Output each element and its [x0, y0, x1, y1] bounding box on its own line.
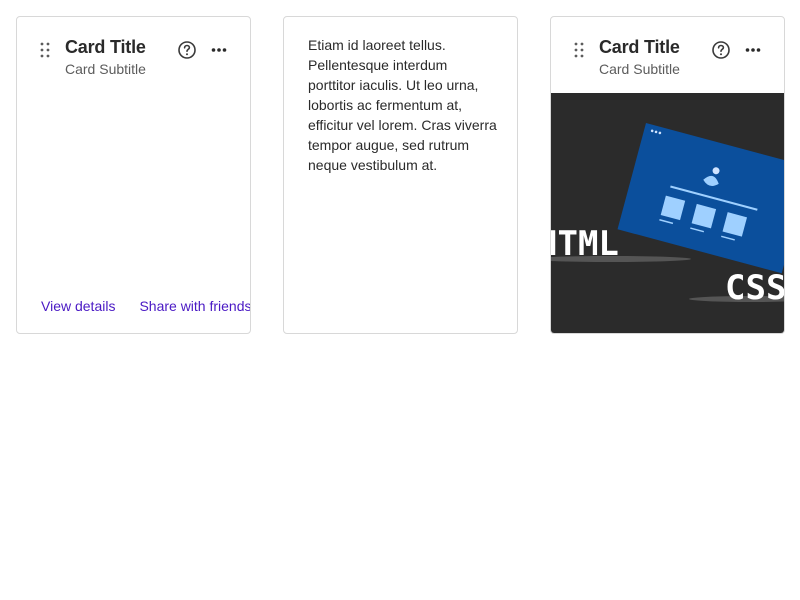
card-body-text: Etiam id laoreet tellus. Pellentesque in… [308, 37, 497, 173]
view-details-link[interactable]: View details [41, 298, 115, 314]
more-horizontal-icon[interactable] [743, 40, 763, 60]
media-label-css: CSS [725, 268, 785, 308]
card-subtitle: Card Subtitle [65, 61, 146, 77]
card-subtitle: Card Subtitle [599, 61, 680, 77]
drag-handle-icon[interactable] [571, 41, 587, 59]
card-3: Card Title Card Subtitle TML CSS [550, 16, 785, 334]
card-actions: View details Share with friends [41, 298, 250, 314]
card-title: Card Title [599, 37, 680, 57]
card-grid: Card Title Card Subtitle View details Sh… [16, 16, 785, 334]
card-media-image: HTML CSS [551, 93, 785, 333]
drag-handle-icon[interactable] [37, 41, 53, 59]
more-horizontal-icon[interactable] [209, 40, 229, 60]
card-header: Card Title Card Subtitle [17, 17, 250, 93]
card-header: Card Title Card Subtitle [551, 17, 784, 93]
card-2: Etiam id laoreet tellus. Pellentesque in… [283, 16, 518, 334]
card-1: Card Title Card Subtitle View details Sh… [16, 16, 251, 334]
card-title: Card Title [65, 37, 146, 57]
share-with-friends-link[interactable]: Share with friends [139, 298, 250, 314]
help-circle-icon[interactable] [177, 40, 197, 60]
help-circle-icon[interactable] [711, 40, 731, 60]
media-label-html: HTML [551, 224, 619, 264]
